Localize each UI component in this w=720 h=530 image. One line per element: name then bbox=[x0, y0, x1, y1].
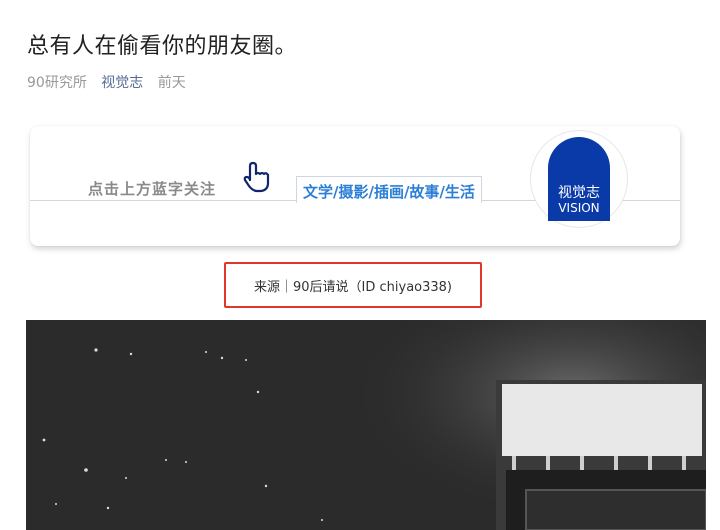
vision-logo: 视觉志 VISION bbox=[530, 130, 628, 228]
article-title: 总有人在偷看你的朋友圈。 bbox=[27, 34, 298, 59]
follow-hint: 点击上方蓝字关注 bbox=[88, 180, 217, 198]
logo-badge: 视觉志 VISION bbox=[548, 137, 610, 221]
article-meta: 90研究所 视觉志 前天 bbox=[27, 72, 196, 92]
article-photo bbox=[26, 320, 706, 530]
account-link[interactable]: 视觉志 bbox=[101, 75, 143, 91]
publish-time: 前天 bbox=[157, 75, 186, 91]
pointing-hand-icon bbox=[243, 161, 270, 193]
night-scene-image bbox=[26, 320, 706, 530]
logo-text-cn: 视觉志 bbox=[558, 185, 600, 201]
category-tags[interactable]: 文学/摄影/插画/故事/生活 bbox=[296, 176, 482, 203]
source-box: 来源｜90后请说（ID chiyao338) bbox=[224, 262, 482, 308]
logo-text-en: VISION bbox=[558, 201, 600, 215]
author-name: 90研究所 bbox=[27, 75, 87, 91]
follow-banner: 点击上方蓝字关注 文学/摄影/插画/故事/生活 视觉志 VISION bbox=[30, 126, 680, 246]
